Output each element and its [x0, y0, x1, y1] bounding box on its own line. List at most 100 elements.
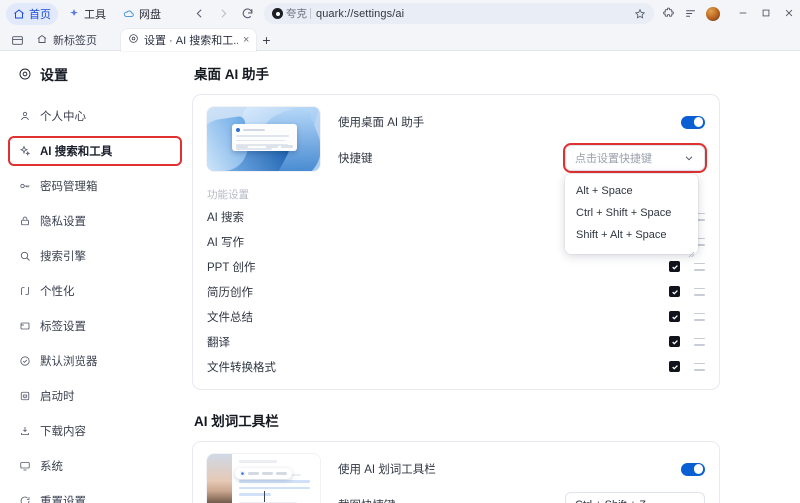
dropdown-option[interactable]: Ctrl + Shift + Space [565, 202, 698, 224]
sidebar-item-label: 下载内容 [40, 426, 86, 438]
new-tab-home-icon [36, 33, 48, 48]
home-icon [13, 8, 25, 20]
bookmark-star-icon[interactable] [634, 8, 646, 20]
tab-strip: 新标签页 设置 · AI 搜索和工... × + [0, 27, 800, 51]
assistant-dialog-preview [231, 124, 298, 152]
quicklink-cloud-drive[interactable]: 网盘 [116, 3, 168, 25]
feature-checkbox[interactable] [669, 261, 680, 272]
close-button[interactable] [784, 5, 794, 23]
ai-selection-toolbar-card: 使用 AI 划词工具栏 截图快捷键 Ctrl + Shift + Z [192, 441, 720, 503]
sidebar-item-label: 个性化 [40, 286, 75, 298]
text-caret [263, 491, 265, 502]
dropdown-option[interactable]: Shift + Alt + Space [565, 224, 698, 246]
section-title-ai-selection-toolbar: AI 划词工具栏 [194, 414, 279, 429]
sparkle-icon [18, 145, 31, 158]
sidebar-item-ai-search-tools[interactable]: AI 搜索和工具 [10, 138, 180, 164]
sidebar-item-search-engine[interactable]: 搜索引擎 [10, 243, 180, 269]
sidebar-item-personalization[interactable]: 个性化 [10, 278, 180, 304]
quicklink-home[interactable]: 首页 [6, 2, 58, 25]
tab-list-icon[interactable] [6, 29, 28, 51]
sidebar-item-label: 系统 [40, 461, 63, 473]
settings-gear-icon [128, 33, 139, 47]
sidebar-item-label: 启动时 [40, 391, 75, 403]
section-title-desktop-ai: 桌面 AI 助手 [194, 67, 270, 82]
drag-handle-icon[interactable] [694, 337, 705, 346]
sidebar-item-privacy[interactable]: 隐私设置 [10, 208, 180, 234]
shortcut-select[interactable]: 点击设置快捷键 [565, 145, 705, 171]
new-tab-page-shortcut[interactable]: 新标签页 [28, 29, 105, 51]
quicklink-tools[interactable]: 工具 [61, 3, 113, 25]
reading-list-icon[interactable] [684, 7, 697, 20]
extension-icon[interactable] [662, 7, 675, 20]
quicklink-cloud-label: 网盘 [139, 8, 161, 21]
sidebar-item-system[interactable]: 系统 [10, 453, 180, 479]
sidebar-item-label: AI 搜索和工具 [40, 146, 113, 158]
feature-row: 文件转换格式 [207, 354, 705, 379]
browser-toolbar: 首页 工具 网盘 夸克 quark://settings/ai [0, 0, 800, 27]
sidebar-item-downloads[interactable]: 下载内容 [10, 418, 180, 444]
tools-icon [68, 8, 80, 20]
search-icon [18, 250, 31, 263]
chevron-down-icon [683, 152, 695, 164]
settings-content: 桌面 AI 助手 使用桌面 AI 助手 快捷键 点击设置快捷键 Alt + Sp… [190, 51, 800, 503]
drag-handle-icon[interactable] [694, 362, 705, 371]
use-selection-toolbar-toggle[interactable] [681, 462, 705, 476]
selection-toolbar-thumbnail [207, 454, 320, 503]
feature-checkbox[interactable] [669, 336, 680, 347]
sidebar-item-reset-settings[interactable]: 重置设置 [10, 488, 180, 503]
drag-handle-icon[interactable] [694, 287, 705, 296]
reset-icon [18, 495, 31, 503]
feature-row: PPT 创作 [207, 254, 705, 279]
dropdown-option[interactable]: Alt + Space [565, 180, 698, 202]
sidebar-item-tab-settings[interactable]: 标签设置 [10, 313, 180, 339]
feature-label: 文件总结 [207, 311, 253, 324]
new-tab-button[interactable]: + [256, 29, 276, 51]
window-controls [738, 5, 794, 23]
sidebar-item-label: 重置设置 [40, 496, 86, 503]
feature-label: AI 搜索 [207, 211, 245, 224]
reload-button[interactable] [236, 3, 258, 25]
screenshot-shortcut-label: 截图快捷键 [338, 497, 396, 503]
palette-icon [18, 285, 31, 298]
desktop-ai-card-top: 使用桌面 AI 助手 快捷键 点击设置快捷键 Alt + Space Ctrl … [207, 107, 705, 258]
ai-selection-rows: 使用 AI 划词工具栏 截图快捷键 Ctrl + Shift + Z [338, 454, 705, 503]
use-desktop-ai-row: 使用桌面 AI 助手 [338, 109, 705, 135]
use-selection-toolbar-row: 使用 AI 划词工具栏 [338, 456, 705, 482]
site-brand-chip: 夸克 [272, 6, 311, 21]
desktop-ai-card: 使用桌面 AI 助手 快捷键 点击设置快捷键 Alt + Space Ctrl … [192, 94, 720, 390]
use-desktop-ai-toggle[interactable] [681, 115, 705, 129]
profile-avatar[interactable] [706, 6, 720, 21]
divider [310, 8, 311, 19]
sidebar-item-label: 默认浏览器 [40, 356, 98, 368]
shortcut-select-wrapper: 点击设置快捷键 Alt + Space Ctrl + Shift + Space… [565, 145, 705, 258]
shortcut-row: 快捷键 点击设置快捷键 Alt + Space Ctrl + Shift + S… [338, 145, 705, 258]
sidebar-item-default-browser[interactable]: 默认浏览器 [10, 348, 180, 374]
sidebar-item-on-startup[interactable]: 启动时 [10, 383, 180, 409]
document-body [232, 454, 320, 503]
ai-selection-card-top: 使用 AI 划词工具栏 截图快捷键 Ctrl + Shift + Z [207, 454, 705, 503]
tab-close-icon[interactable]: × [243, 34, 249, 46]
drag-handle-icon[interactable] [694, 262, 705, 271]
feature-checkbox[interactable] [669, 286, 680, 297]
settings-page: 设置 个人中心 AI 搜索和工具 密码管理箱 隐私设置 搜索引擎 个性化 标签设… [0, 51, 800, 503]
maximize-button[interactable] [761, 5, 771, 23]
feature-checkbox[interactable] [669, 361, 680, 372]
sidebar-item-personal-center[interactable]: 个人中心 [10, 103, 180, 129]
sidebar-item-password-manager[interactable]: 密码管理箱 [10, 173, 180, 199]
download-icon [18, 425, 31, 438]
quick-links: 首页 工具 网盘 [6, 2, 168, 25]
drag-handle-icon[interactable] [694, 312, 705, 321]
feature-label: 简历创作 [207, 286, 253, 299]
browser-tab-settings[interactable]: 设置 · AI 搜索和工... × [121, 29, 257, 51]
settings-sidebar: 设置 个人中心 AI 搜索和工具 密码管理箱 隐私设置 搜索引擎 个性化 标签设… [0, 51, 190, 503]
user-icon [18, 110, 31, 123]
feature-checkbox[interactable] [669, 311, 680, 322]
address-bar[interactable]: 夸克 quark://settings/ai [264, 3, 654, 24]
back-button[interactable] [188, 3, 210, 25]
quicklink-tools-label: 工具 [84, 8, 106, 21]
screenshot-shortcut-input[interactable]: Ctrl + Shift + Z [565, 492, 705, 503]
minimize-button[interactable] [738, 5, 748, 23]
forward-button[interactable] [212, 3, 234, 25]
navigation-buttons [188, 3, 258, 25]
sidebar-items: 个人中心 AI 搜索和工具 密码管理箱 隐私设置 搜索引擎 个性化 标签设置 默… [0, 103, 190, 503]
